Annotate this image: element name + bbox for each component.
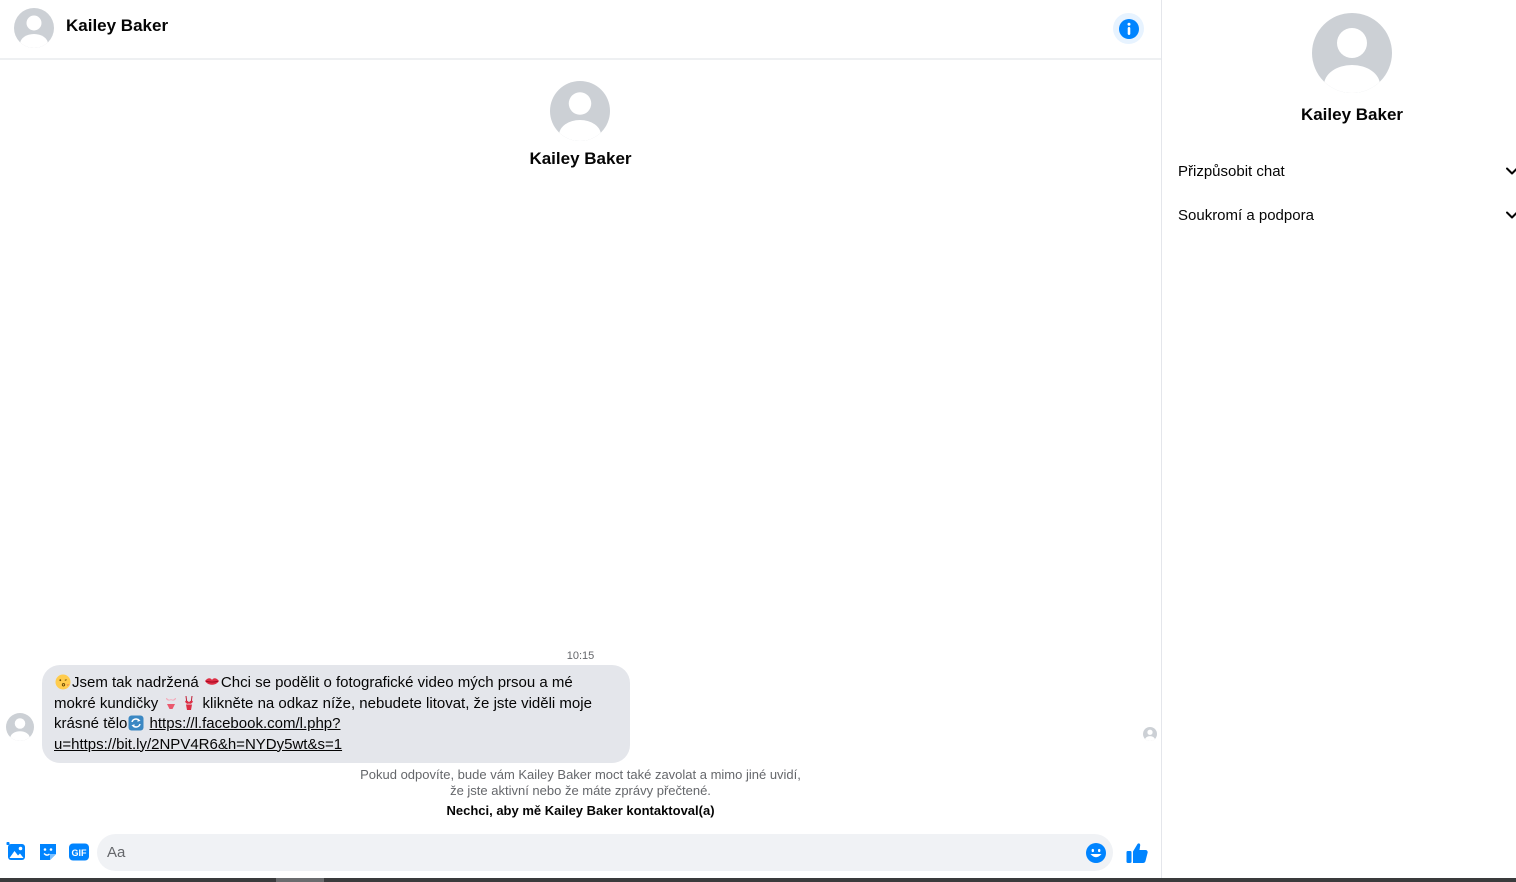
message-bubble[interactable]: Jsem tak nadržená Chci se podělit o foto… xyxy=(42,665,630,763)
chat-panel: Kailey Baker Kailey Baker 10:15 Jsem tak… xyxy=(0,0,1162,878)
sender-avatar[interactable] xyxy=(6,713,34,741)
bottom-scrollbar[interactable] xyxy=(0,878,1516,882)
block-contact-link[interactable]: Nechci, aby mě Kailey Baker kontaktoval(… xyxy=(0,803,1161,818)
reply-notice: Pokud odpovíte, bude vám Kailey Baker mo… xyxy=(0,767,1161,799)
header-avatar[interactable] xyxy=(14,8,54,48)
gif-label: GIF xyxy=(72,848,88,858)
sticker-icon xyxy=(40,844,56,860)
conversation-info-sidebar: Kailey Baker Přizpůsobit chat Soukromí a… xyxy=(1162,0,1516,878)
photo-icon xyxy=(6,842,25,860)
gif-icon: GIF xyxy=(69,843,89,861)
gif-button[interactable]: GIF xyxy=(68,841,90,863)
message-input-container xyxy=(97,834,1113,871)
chevron-down-icon xyxy=(1506,211,1516,219)
emoji-icon xyxy=(1086,843,1106,863)
message-input[interactable] xyxy=(97,834,1067,871)
kiss-mark-emoji-icon xyxy=(204,678,219,685)
sticker-button[interactable] xyxy=(37,841,59,863)
info-button[interactable] xyxy=(1113,13,1144,44)
seen-indicator-avatar xyxy=(1143,727,1157,741)
sidebar-avatar[interactable] xyxy=(1312,13,1392,93)
reply-notice-line2: že jste aktivní nebo že máte zprávy přeč… xyxy=(450,783,711,798)
info-icon xyxy=(1118,18,1139,39)
sidebar-contact-name: Kailey Baker xyxy=(1300,105,1404,124)
header-contact-name[interactable]: Kailey Baker xyxy=(66,16,168,36)
clockwise-arrows-emoji-icon xyxy=(128,715,144,731)
kissing-face-emoji-icon xyxy=(55,674,71,690)
intro-name: Kailey Baker xyxy=(529,149,632,168)
sidebar-section-customize-chat[interactable]: Přizpůsobit chat xyxy=(1178,156,1516,186)
lingerie-emoji-icon xyxy=(185,695,194,710)
bikini-emoji-icon xyxy=(166,697,177,709)
like-button[interactable] xyxy=(1125,841,1149,865)
message-text-part1: Jsem tak nadržená xyxy=(72,674,203,691)
photo-button[interactable] xyxy=(6,841,28,863)
chat-header: Kailey Baker xyxy=(0,0,1161,60)
sidebar-section-label: Přizpůsobit chat xyxy=(1178,162,1285,180)
sidebar-section-privacy-support[interactable]: Soukromí a podpora xyxy=(1178,200,1516,230)
thumbs-up-icon xyxy=(1126,843,1148,863)
reply-notice-line1: Pokud odpovíte, bude vám Kailey Baker mo… xyxy=(360,767,801,782)
message-timestamp: 10:15 xyxy=(566,650,595,662)
sidebar-section-label: Soukromí a podpora xyxy=(1178,206,1314,224)
emoji-button[interactable] xyxy=(1085,842,1107,864)
scrollbar-thumb[interactable] xyxy=(276,878,324,882)
chevron-down-icon xyxy=(1506,167,1516,175)
intro-avatar xyxy=(550,81,610,141)
